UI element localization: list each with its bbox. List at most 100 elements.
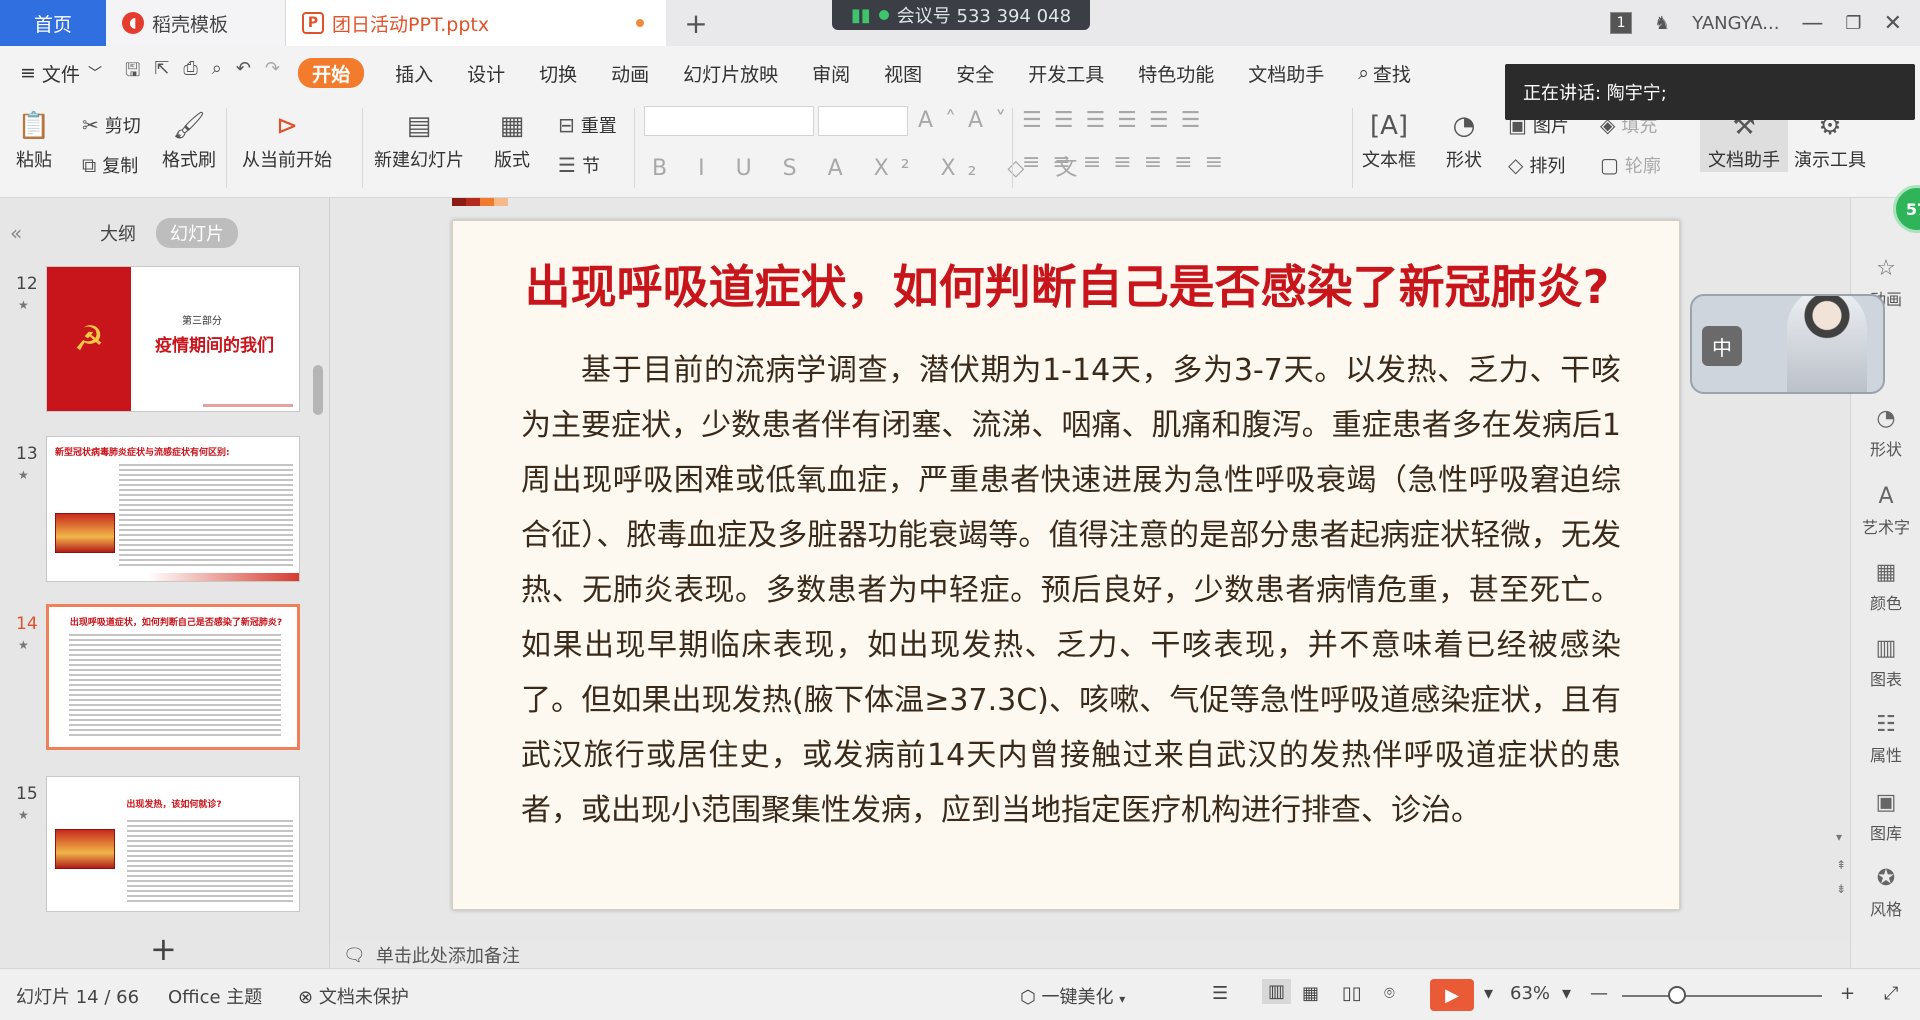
menu-slideshow[interactable]: 幻灯片放映 [666, 46, 795, 100]
window-count-badge[interactable]: 1 [1610, 12, 1633, 34]
slide-body-text[interactable]: 基于目前的流病学调查，潜伏期为1-14天，多为3-7天。以发热、乏力、干咳为主要… [521, 343, 1621, 838]
slide-sorter-icon[interactable]: ▦ [1302, 983, 1319, 1004]
section-label: 节 [581, 156, 600, 177]
cut-button[interactable]: ✂ 剪切 [82, 112, 141, 138]
outline-button[interactable]: ▢ 轮廓 [1600, 152, 1661, 178]
thumb-part-label: 第三部分 [182, 316, 222, 327]
unsaved-dot-icon [636, 19, 644, 27]
play-from-current-button[interactable]: ⊳ 从当前开始 [242, 106, 332, 172]
status-dot-icon [878, 10, 889, 20]
font-size-select[interactable] [818, 106, 908, 136]
slide-thumbnail-14[interactable]: 出现呼吸道症状，如何判断自己是否感染了新冠肺炎? [46, 604, 300, 750]
user-name[interactable]: YANGYA... [1692, 13, 1779, 34]
search-button[interactable]: ⌕ 查找 [1341, 46, 1428, 100]
tab-home[interactable]: 首页 [0, 0, 106, 46]
menu-animation[interactable]: 动画 [594, 46, 666, 100]
menu-start[interactable]: 开始 [298, 58, 365, 88]
preview-icon[interactable]: ⌕ [212, 58, 222, 88]
arrange-button[interactable]: ◇ 排列 [1508, 152, 1565, 178]
play-options-icon[interactable]: ▾ [1484, 983, 1493, 1004]
rp-chart[interactable]: ▥ 图表 [1851, 636, 1920, 690]
ime-avatar-widget[interactable]: 中 [1690, 294, 1885, 394]
add-slide-button[interactable]: + [150, 930, 177, 968]
slideshow-play-button[interactable]: ▶ [1430, 979, 1474, 1011]
tab-slides[interactable]: 幻灯片 [156, 218, 238, 248]
zoom-dropdown-icon[interactable]: ▾ [1562, 983, 1571, 1004]
menu-insert[interactable]: 插入 [378, 46, 450, 100]
align-format-icons[interactable]: ≡≡≡≡≡≡≡ [1022, 150, 1235, 175]
theme-name[interactable]: Office 主题 [168, 983, 262, 1009]
menu-developer[interactable]: 开发工具 [1011, 46, 1121, 100]
collapse-panel-icon[interactable]: « [10, 221, 22, 245]
meeting-banner[interactable]: ▮▮ 会议号 533 394 048 [832, 0, 1090, 30]
scroll-down-icon[interactable]: ▾ [1836, 830, 1842, 844]
zoom-slider-track[interactable] [1622, 995, 1822, 997]
menu-view[interactable]: 视图 [867, 46, 939, 100]
copy-button[interactable]: ⧉ 复制 [82, 152, 138, 178]
zoom-level[interactable]: 63% [1510, 983, 1550, 1004]
slide-title[interactable]: 出现呼吸道症状，如何判断自己是否感染了新冠肺炎? [453, 251, 1681, 317]
chevron-down-icon: ﹀ [87, 66, 102, 82]
format-painter-button[interactable]: 🖌 格式刷 [162, 106, 216, 172]
animation-star-icon: ★ [18, 468, 29, 482]
rp-properties[interactable]: ☷ 属性 [1851, 712, 1920, 766]
beautify-button[interactable]: ⬡ 一键美化 ▾ [1020, 983, 1125, 1009]
presenter-view-icon[interactable]: ⌾ [1384, 983, 1395, 1004]
chevron-down-icon: ▾ [1119, 992, 1126, 1006]
export-icon[interactable]: ⇱ [154, 58, 169, 88]
rp-shape[interactable]: ◔ 形状 [1851, 406, 1920, 460]
restore-icon[interactable]: ❐ [1845, 13, 1861, 34]
slide-thumbnail-13[interactable]: 新型冠状病毒肺炎症状与流感症状有何区别: [46, 436, 300, 582]
zoom-out-button[interactable]: — [1590, 983, 1608, 1004]
protect-status[interactable]: ⊗ 文档未保护 [298, 983, 409, 1009]
menu-security[interactable]: 安全 [939, 46, 1011, 100]
menu-transition[interactable]: 切换 [522, 46, 594, 100]
new-tab-button[interactable]: + [666, 0, 726, 46]
reset-button[interactable]: ⊟ 重置 [558, 112, 617, 138]
notes-bar[interactable]: 🗨 单击此处添加备注 [331, 942, 1851, 968]
notes-toggle-icon[interactable]: ☰ [1212, 983, 1228, 1004]
new-slide-button[interactable]: ▤ 新建幻灯片 [374, 106, 464, 172]
rp-wordart[interactable]: A 艺术字 [1851, 484, 1920, 538]
textbox-button[interactable]: [A] 文本框 [1362, 106, 1416, 172]
tab-outline[interactable]: 大纲 [100, 220, 136, 246]
panel-scrollbar[interactable] [313, 365, 323, 415]
tab-document[interactable]: P 团日活动PPT.pptx [286, 0, 666, 46]
menu-design[interactable]: 设计 [450, 46, 522, 100]
redo-icon[interactable]: ↷ [265, 58, 280, 88]
shape-label: 形状 [1446, 150, 1482, 171]
reading-view-icon[interactable]: ▯▯ [1342, 983, 1362, 1004]
slide-thumbnail-15[interactable]: 出现发热，该如何就诊? [46, 776, 300, 912]
save-icon[interactable]: 🖫 [125, 58, 140, 88]
prev-slide-icon[interactable]: ⇞ [1836, 858, 1846, 872]
layout-button[interactable]: ▦ 版式 [494, 106, 530, 172]
slide-thumbnail-12[interactable]: ☭ 第三部分 疫情期间的我们 [46, 266, 300, 412]
menu-doc-assistant[interactable]: 文档助手 [1231, 46, 1341, 100]
current-slide[interactable]: 出现呼吸道症状，如何判断自己是否感染了新冠肺炎? 基于目前的流病学调查，潜伏期为… [452, 220, 1680, 910]
rp-gallery[interactable]: ▣ 图库 [1851, 790, 1920, 844]
close-icon[interactable]: ✕ [1884, 11, 1902, 36]
rp-style[interactable]: ✪ 风格 [1851, 866, 1920, 920]
list-format-icons[interactable]: ☰☰☰☰☰☰ [1022, 108, 1212, 133]
menu-review[interactable]: 审阅 [795, 46, 867, 100]
file-menu[interactable]: ≡ 文件 ﹀ [0, 46, 119, 100]
print-icon[interactable]: ⎙ [183, 58, 197, 88]
undo-icon[interactable]: ↶ [236, 58, 251, 88]
zoom-slider-knob[interactable] [1668, 986, 1686, 1004]
fit-window-icon[interactable]: ⤢ [1884, 983, 1898, 1004]
status-bar: 幻灯片 14 / 66 Office 主题 ⊗ 文档未保护 ⬡ 一键美化 ▾ ☰… [0, 968, 1920, 1020]
user-avatar[interactable]: ♞ [1654, 13, 1670, 34]
shape-button[interactable]: ◔ 形状 [1446, 106, 1482, 172]
font-family-select[interactable] [644, 106, 814, 136]
normal-view-icon[interactable]: ▥ [1262, 979, 1292, 1004]
paste-button[interactable]: 📋 粘贴 [16, 106, 52, 172]
ime-mode-label[interactable]: 中 [1702, 326, 1742, 366]
next-slide-icon[interactable]: ⇟ [1836, 882, 1846, 896]
tab-template[interactable]: ◖ 稻壳模板 [106, 0, 286, 46]
minimize-icon[interactable]: — [1801, 11, 1823, 36]
menu-features[interactable]: 特色功能 [1121, 46, 1231, 100]
rp-color[interactable]: ▦ 颜色 [1851, 560, 1920, 614]
zoom-in-button[interactable]: + [1840, 983, 1855, 1004]
section-button[interactable]: ☰ 节 [558, 152, 600, 178]
font-size-adjust-icons[interactable]: A˄A˅ [918, 108, 1018, 133]
